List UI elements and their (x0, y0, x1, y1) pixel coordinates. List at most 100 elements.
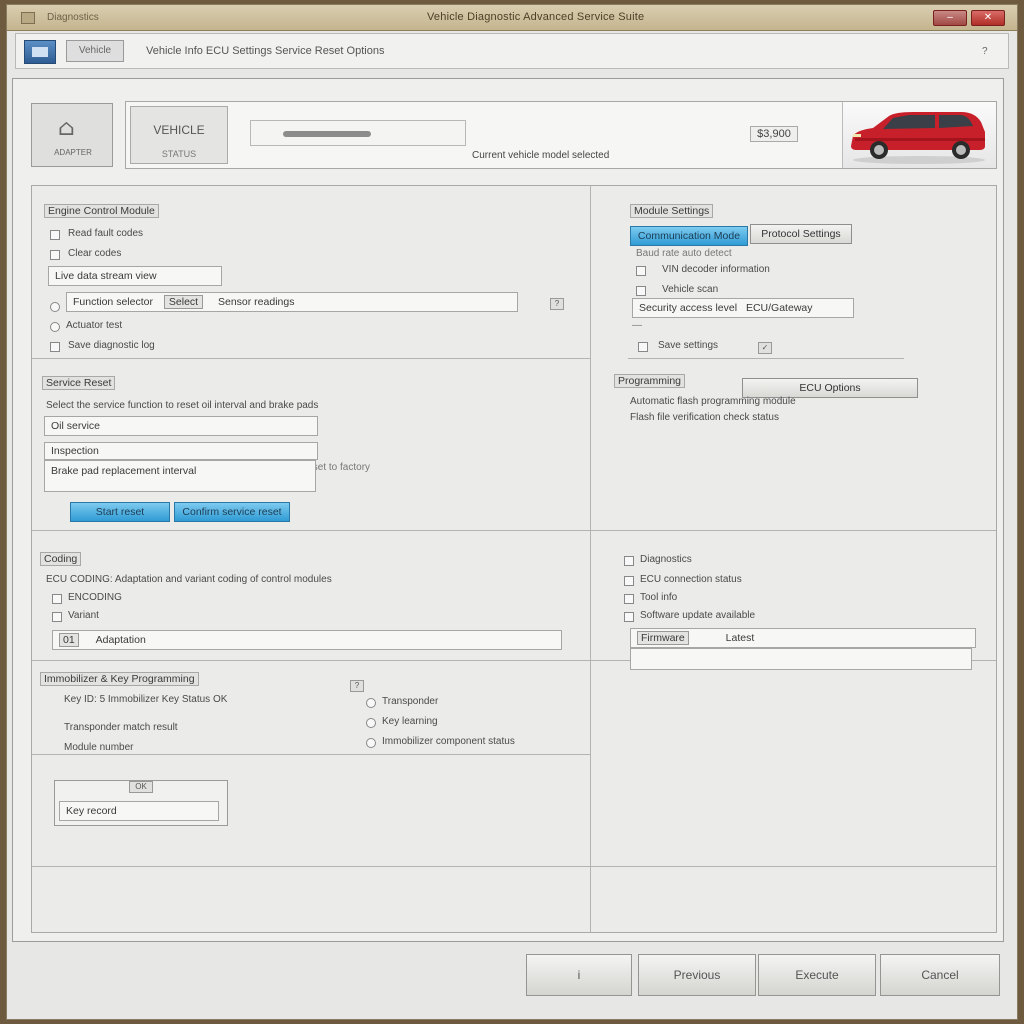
oil-service-field[interactable]: Oil service (44, 416, 318, 436)
save-settings-icon[interactable]: ✓ (758, 342, 772, 354)
toolbar: Vehicle Vehicle Info ECU Settings Servic… (15, 33, 1009, 69)
key-learning-label: Key learning (382, 716, 438, 727)
immobilizer-status-label: Immobilizer component status (382, 736, 515, 747)
toolbar-vehicle-button[interactable]: Vehicle (66, 40, 124, 62)
minimize-button[interactable]: – (933, 10, 967, 26)
vin-decoder-label: VIN decoder information (662, 264, 770, 275)
vehicle-status-box[interactable]: VEHICLE STATUS (130, 106, 228, 164)
monitor-icon[interactable] (24, 40, 56, 64)
service-description: Select the service function to reset oil… (46, 400, 319, 411)
price-badge: $3,900 (750, 126, 798, 142)
security-access-field[interactable]: Security access level ECU/Gateway (632, 298, 854, 318)
save-settings-label: Save settings (658, 340, 719, 351)
coding-section-title: Coding (40, 552, 82, 566)
firmware-tag: Firmware (637, 631, 689, 645)
help-icon[interactable]: ? (982, 46, 988, 57)
programming-section-title: Programming (614, 374, 686, 388)
diagnostics-checkbox[interactable] (624, 556, 634, 566)
variant-label: Variant (68, 610, 99, 621)
security-access-value: ECU/Gateway (745, 302, 813, 314)
window-title: Vehicle Diagnostic Advanced Service Suit… (427, 11, 645, 23)
tool-info-label: Tool info (640, 592, 678, 603)
encoding-checkbox[interactable] (52, 594, 62, 604)
read-codes-label: Read fault codes (68, 228, 144, 239)
security-access-label: Security access level (639, 302, 738, 314)
function-select-button[interactable]: Select (163, 295, 204, 309)
adapter-icon: ⌂ (58, 116, 75, 141)
immobilizer-info-icon[interactable]: ? (350, 680, 364, 692)
progress-bar (283, 131, 371, 137)
title-bar: Diagnostics Vehicle Diagnostic Advanced … (7, 5, 1017, 31)
firmware-detail-field[interactable] (630, 648, 972, 670)
car-image (842, 102, 996, 168)
inspection-field[interactable]: Inspection (44, 442, 318, 460)
protocol-settings-button[interactable]: Protocol Settings (750, 224, 852, 244)
variant-checkbox[interactable] (52, 612, 62, 622)
flash-programming-line: Automatic flash programming module (630, 396, 796, 407)
module-number-line: Module number (64, 742, 134, 753)
brake-interval-field[interactable]: Brake pad replacement interval (44, 460, 316, 492)
save-settings-checkbox[interactable] (638, 342, 648, 352)
coding-header: ECU CODING: Adaptation and variant codin… (46, 574, 332, 585)
function-selector-label: Function selector (73, 296, 153, 308)
module-settings-title: Module Settings (630, 204, 714, 218)
communication-mode-button[interactable]: Communication Mode (630, 226, 748, 246)
key-record-field[interactable]: Key record (59, 801, 219, 821)
encoding-label: ENCODING (68, 592, 122, 603)
start-reset-button[interactable]: Start reset (70, 502, 170, 522)
vehicle-progress-field[interactable] (250, 120, 466, 146)
transponder-radio[interactable] (366, 698, 376, 708)
diagnostics-label: Diagnostics (640, 554, 692, 565)
key-learning-radio[interactable] (366, 718, 376, 728)
live-data-field[interactable]: Live data stream view (48, 266, 222, 286)
function-help-icon[interactable]: ? (550, 298, 564, 310)
software-update-checkbox[interactable] (624, 612, 634, 622)
clear-codes-label: Clear codes (68, 248, 122, 259)
adapter-tile[interactable]: ⌂ ADAPTER (31, 103, 113, 167)
service-section-title: Service Reset (42, 376, 116, 390)
key-record-box[interactable]: OK Key record (54, 780, 228, 826)
ecu-options-button[interactable]: ECU Options (742, 378, 918, 398)
tool-info-checkbox[interactable] (624, 594, 634, 604)
function-radio[interactable] (50, 302, 60, 312)
cancel-button[interactable]: Cancel (880, 954, 1000, 996)
vehicle-scan-label: Vehicle scan (662, 284, 719, 295)
clear-codes-checkbox[interactable] (50, 250, 60, 260)
transponder-label: Transponder (382, 696, 439, 707)
settings-grid: Engine Control Module Read fault codes C… (31, 185, 997, 933)
function-selector-field[interactable]: Function selector Select Sensor readings (66, 292, 518, 312)
flash-verification-line: Flash file verification check status (630, 412, 779, 423)
vehicle-header-panel: VEHICLE STATUS Current vehicle model sel… (125, 101, 997, 169)
main-content: ⌂ ADAPTER VEHICLE STATUS Current vehicle… (12, 78, 1004, 942)
software-update-label: Software update available (640, 610, 756, 621)
vehicle-scan-checkbox[interactable] (636, 286, 646, 296)
immobilizer-section-title: Immobilizer & Key Programming (40, 672, 199, 686)
vin-decoder-checkbox[interactable] (636, 266, 646, 276)
key-status-line: Key ID: 5 Immobilizer Key Status OK (64, 694, 228, 705)
firmware-value: Latest (725, 632, 755, 644)
save-log-checkbox[interactable] (50, 342, 60, 352)
previous-button[interactable]: Previous (638, 954, 756, 996)
close-button[interactable]: ✕ (971, 10, 1005, 26)
key-record-tab: OK (129, 781, 153, 793)
execute-button[interactable]: Execute (758, 954, 876, 996)
ecu-connection-checkbox[interactable] (624, 576, 634, 586)
baud-rate-line: Baud rate auto detect (636, 248, 732, 259)
function-value: Sensor readings (218, 296, 295, 308)
vehicle-caption: Current vehicle model selected (472, 150, 610, 161)
adaptation-field[interactable]: 01 Adaptation (52, 630, 562, 650)
vehicle-box-title: VEHICLE (153, 123, 205, 137)
immobilizer-status-radio[interactable] (366, 738, 376, 748)
read-codes-checkbox[interactable] (50, 230, 60, 240)
adapter-label: ADAPTER (54, 148, 92, 157)
adaptation-tag: 01 (59, 633, 79, 647)
access-note: — (632, 320, 642, 331)
info-button[interactable]: i (526, 954, 632, 996)
car-icon (851, 112, 985, 164)
app-label: Diagnostics (47, 12, 99, 23)
save-log-label: Save diagnostic log (68, 340, 155, 351)
confirm-reset-button[interactable]: Confirm service reset (174, 502, 290, 522)
actuator-radio[interactable] (50, 322, 60, 332)
breadcrumb[interactable]: Vehicle Info ECU Settings Service Reset … (146, 45, 384, 57)
firmware-field[interactable]: Firmware Latest (630, 628, 976, 648)
